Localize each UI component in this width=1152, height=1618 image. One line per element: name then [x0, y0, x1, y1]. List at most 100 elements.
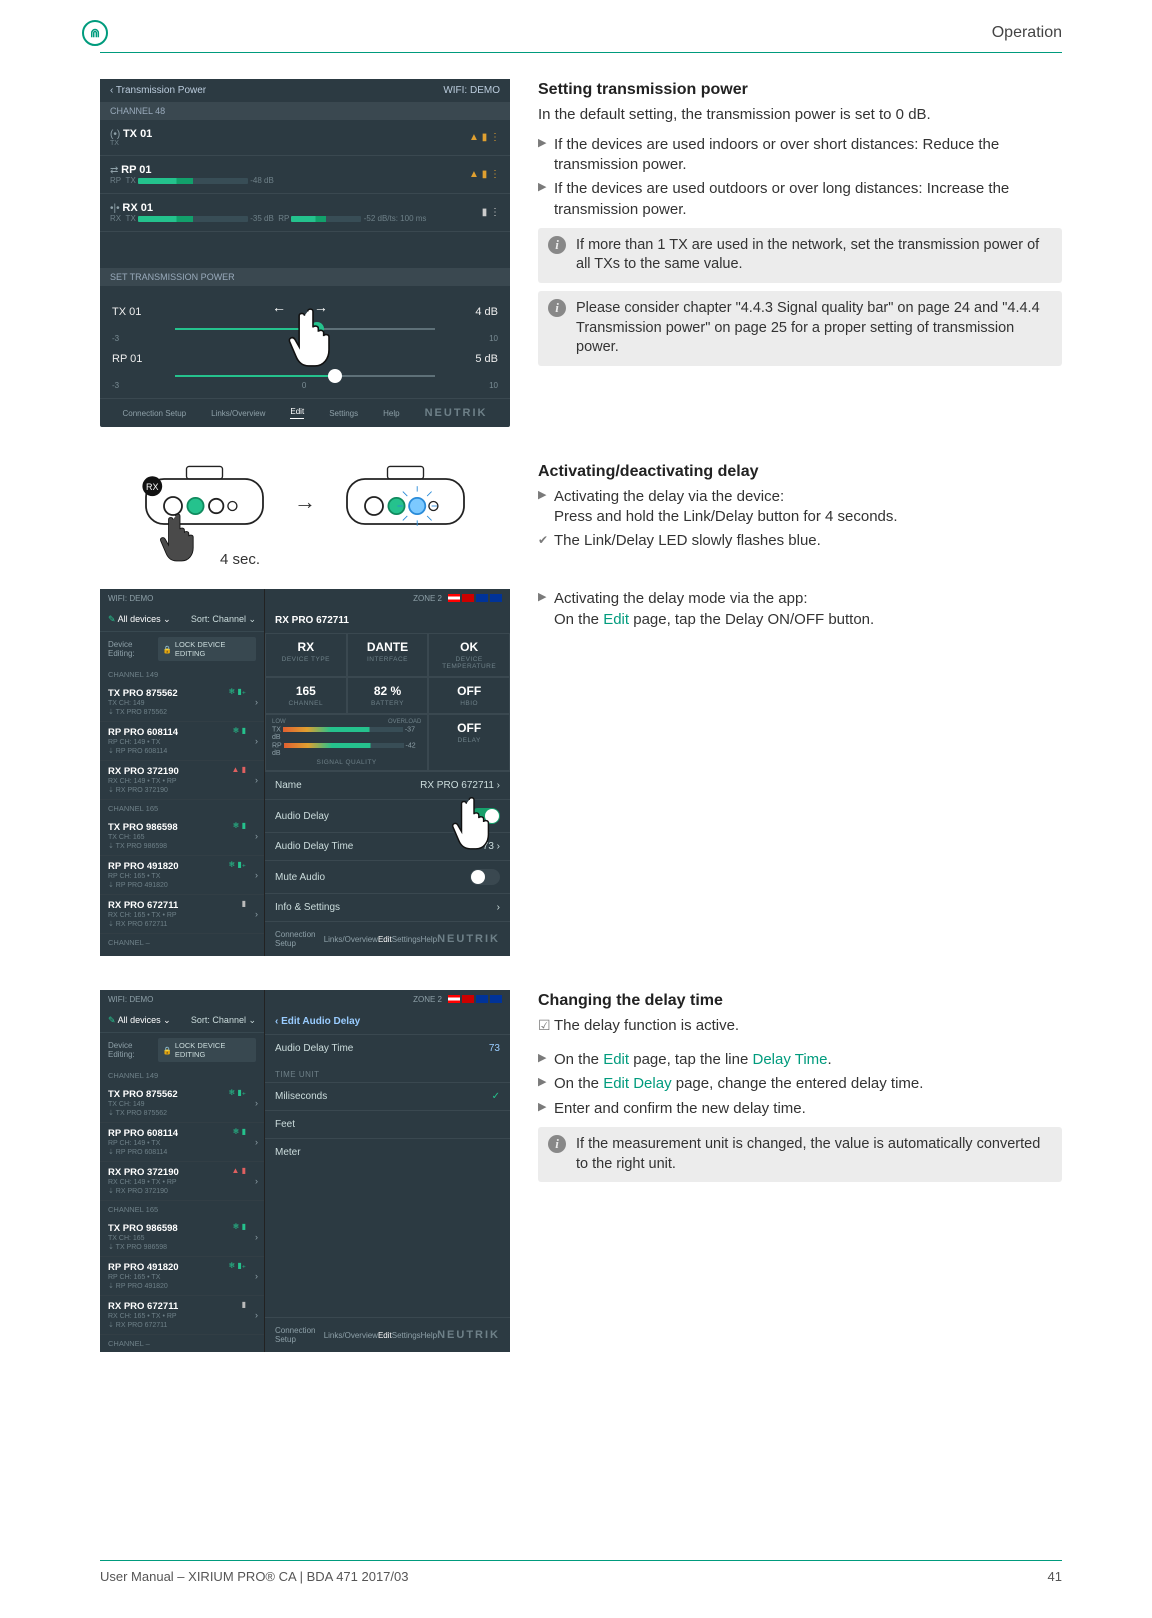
stat-delay: OFF: [433, 721, 505, 735]
nav3-conn: Connection Setup: [275, 1326, 324, 1344]
sidebar-ch165-2: CHANNEL 165: [100, 1201, 264, 1218]
info-icon: i: [548, 299, 566, 317]
nav-conn: Connection Setup: [123, 409, 187, 418]
t-pre: On the: [554, 611, 603, 628]
sidebar-device-item: RP PRO 491820RP CH: 165 • TX⇣ RP PRO 491…: [100, 1257, 264, 1296]
scale-mid: 0: [302, 334, 306, 343]
scale-max2: 10: [489, 381, 498, 390]
rp-slider-value: 5 dB: [475, 353, 498, 365]
wifi2: WIFI: DEMO: [108, 594, 153, 603]
info-icon: i: [548, 1135, 566, 1153]
stat-dante: DANTE: [352, 640, 424, 654]
brand3: NEUTRIK: [437, 1329, 500, 1341]
stat-chan: 165: [270, 684, 342, 698]
rp-slider-label: RP 01: [112, 353, 142, 365]
scale-min2: -3: [112, 381, 119, 390]
sig-lab: SIGNAL QUALITY: [272, 759, 421, 766]
nav2-conn: Connection Setup: [275, 930, 324, 948]
sidebar-device-item: RX PRO 672711RX CH: 165 • TX • RP⇣ RX PR…: [100, 1296, 264, 1335]
t-post: page, tap the Delay ON/OFF button.: [629, 611, 874, 628]
nav2-settings: Settings: [392, 935, 421, 944]
rp01-db: -48 dB: [250, 176, 274, 185]
sort-dropdown-2: Sort: Channel ⌄: [191, 1015, 256, 1026]
stat-ok-lab: DEVICE TEMPERATURE: [433, 656, 505, 670]
brand2: NEUTRIK: [437, 933, 500, 945]
info-text-2: Please consider chapter "4.4.3 Signal qu…: [576, 299, 1052, 358]
info-icon: i: [548, 236, 566, 254]
scale-min: -3: [112, 334, 119, 343]
rx01-label: RX 01: [122, 202, 153, 214]
rx-badge: RX: [146, 482, 159, 492]
nav3-links: Links/Overview: [324, 1331, 378, 1340]
sidebar-ch165: CHANNEL 165: [100, 800, 264, 817]
brand-text: NEUTRIK: [425, 407, 488, 419]
bullet-edit-delay-page: On the Edit Delay page, change the enter…: [538, 1074, 1062, 1094]
all-devices-dropdown: All devices ⌄: [118, 614, 171, 624]
row-name-val: RX PRO 672711 ›: [420, 780, 500, 791]
back-edit-audio-delay: ‹ Edit Audio Delay: [265, 1009, 510, 1034]
bullet-outdoor: If the devices are used outdoors or over…: [538, 179, 1062, 220]
bullet-confirm: Enter and confirm the new delay time.: [538, 1099, 1062, 1119]
edit-delay-link: Edit Delay: [603, 1075, 671, 1092]
page-number: 41: [1048, 1569, 1062, 1584]
sidebar-chdash-2: CHANNEL –: [100, 1335, 264, 1352]
edit-link: Edit: [603, 611, 629, 628]
device-editing-label: Device Editing:: [108, 640, 158, 658]
nav2-edit: Edit: [378, 935, 392, 944]
sidebar-device-item: RP PRO 491820RP CH: 165 • TX⇣ RP PRO 491…: [100, 856, 264, 895]
nav2-help: Help: [421, 935, 437, 944]
audio-delay-toggle[interactable]: [470, 808, 500, 824]
wifi3: WIFI: DEMO: [108, 995, 153, 1004]
bullet-led-flash: The Link/Delay LED slowly flashes blue.: [538, 531, 1062, 551]
sidebar-device-item: TX PRO 986598TX CH: 165⇣ TX PRO 986598❄ …: [100, 817, 264, 856]
rp-slider[interactable]: [175, 375, 435, 377]
scale-mid2: 0: [302, 381, 306, 390]
hand-press-icon: [158, 509, 202, 566]
unit-ms: Miliseconds: [275, 1091, 327, 1102]
rx-rpdb: -52 dB/ts: 100 ms: [364, 214, 427, 223]
t: page, change the entered delay time.: [672, 1075, 924, 1092]
bullet-edit-delay-time: On the Edit page, tap the line Delay Tim…: [538, 1050, 1062, 1070]
mute-toggle[interactable]: [470, 869, 500, 885]
zone-label-2: ZONE 2: [413, 995, 442, 1004]
main-device-title: RX PRO 672711: [265, 608, 510, 633]
sidebar-device-item: RX PRO 672711RX CH: 165 • TX • RP⇣ RX PR…: [100, 895, 264, 934]
b-text: Activating the delay via the device:: [554, 488, 784, 505]
sidebar-ch149: CHANNEL 149: [100, 666, 264, 683]
sidebar-chdash: CHANNEL –: [100, 934, 264, 951]
info-box-2: i Please consider chapter "4.4.3 Signal …: [538, 291, 1062, 366]
row-name: Name: [275, 780, 302, 791]
info-text-1: If more than 1 TX are used in the networ…: [576, 236, 1052, 275]
stat-rx-lab: DEVICE TYPE: [270, 656, 342, 663]
channel-header: CHANNEL 48: [100, 102, 510, 120]
row-adt-val: 73: [489, 1043, 500, 1054]
tx-slider[interactable]: [175, 328, 435, 330]
lock-label-2: LOCK DEVICE EDITING: [175, 1041, 251, 1059]
info-unit-text: If the measurement unit is changed, the …: [576, 1135, 1052, 1174]
set-transmission-header: SET TRANSMISSION POWER: [100, 268, 510, 286]
time-unit-header: TIME UNIT: [265, 1062, 510, 1082]
t: On the: [554, 1075, 603, 1092]
diagram-caption: 4 sec.: [220, 551, 260, 568]
back-transmission: ‹ Transmission Power: [110, 85, 206, 96]
bullet-activate-app: Activating the delay mode via the app: O…: [538, 589, 1062, 630]
section-title-delay: Activating/deactivating delay: [538, 461, 1062, 483]
b-sub: Press and hold the Link/Delay button for…: [554, 507, 1062, 527]
screenshot-edit-delay-toggle: WIFI: DEMO ✎ All devices ⌄ Sort: Channel…: [100, 589, 510, 956]
row-info-settings: Info & Settings: [275, 902, 340, 913]
zone-flags-icon: [448, 594, 502, 603]
zone-label: ZONE 2: [413, 594, 442, 603]
lock-editing-button: 🔒LOCK DEVICE EDITING: [158, 637, 256, 661]
rx-txdb: -35 dB: [250, 214, 274, 223]
t: page, tap the line: [629, 1051, 752, 1068]
delay-time-link: Delay Time: [753, 1051, 828, 1068]
section-title-change-delay: Changing the delay time: [538, 990, 1062, 1012]
row-mute: Mute Audio: [275, 872, 325, 883]
sidebar-device-item: RP PRO 608114RP CH: 149 • TX⇣ RP PRO 608…: [100, 722, 264, 761]
bullet-indoor: If the devices are used indoors or over …: [538, 135, 1062, 176]
stat-delay-lab: DELAY: [433, 737, 505, 744]
sidebar-device-item: TX PRO 875562TX CH: 149⇣ TX PRO 875562❄ …: [100, 1084, 264, 1123]
device-editing-label-2: Device Editing:: [108, 1041, 158, 1059]
tx-slider-label: TX 01: [112, 306, 141, 318]
info-box-1: i If more than 1 TX are used in the netw…: [538, 228, 1062, 283]
